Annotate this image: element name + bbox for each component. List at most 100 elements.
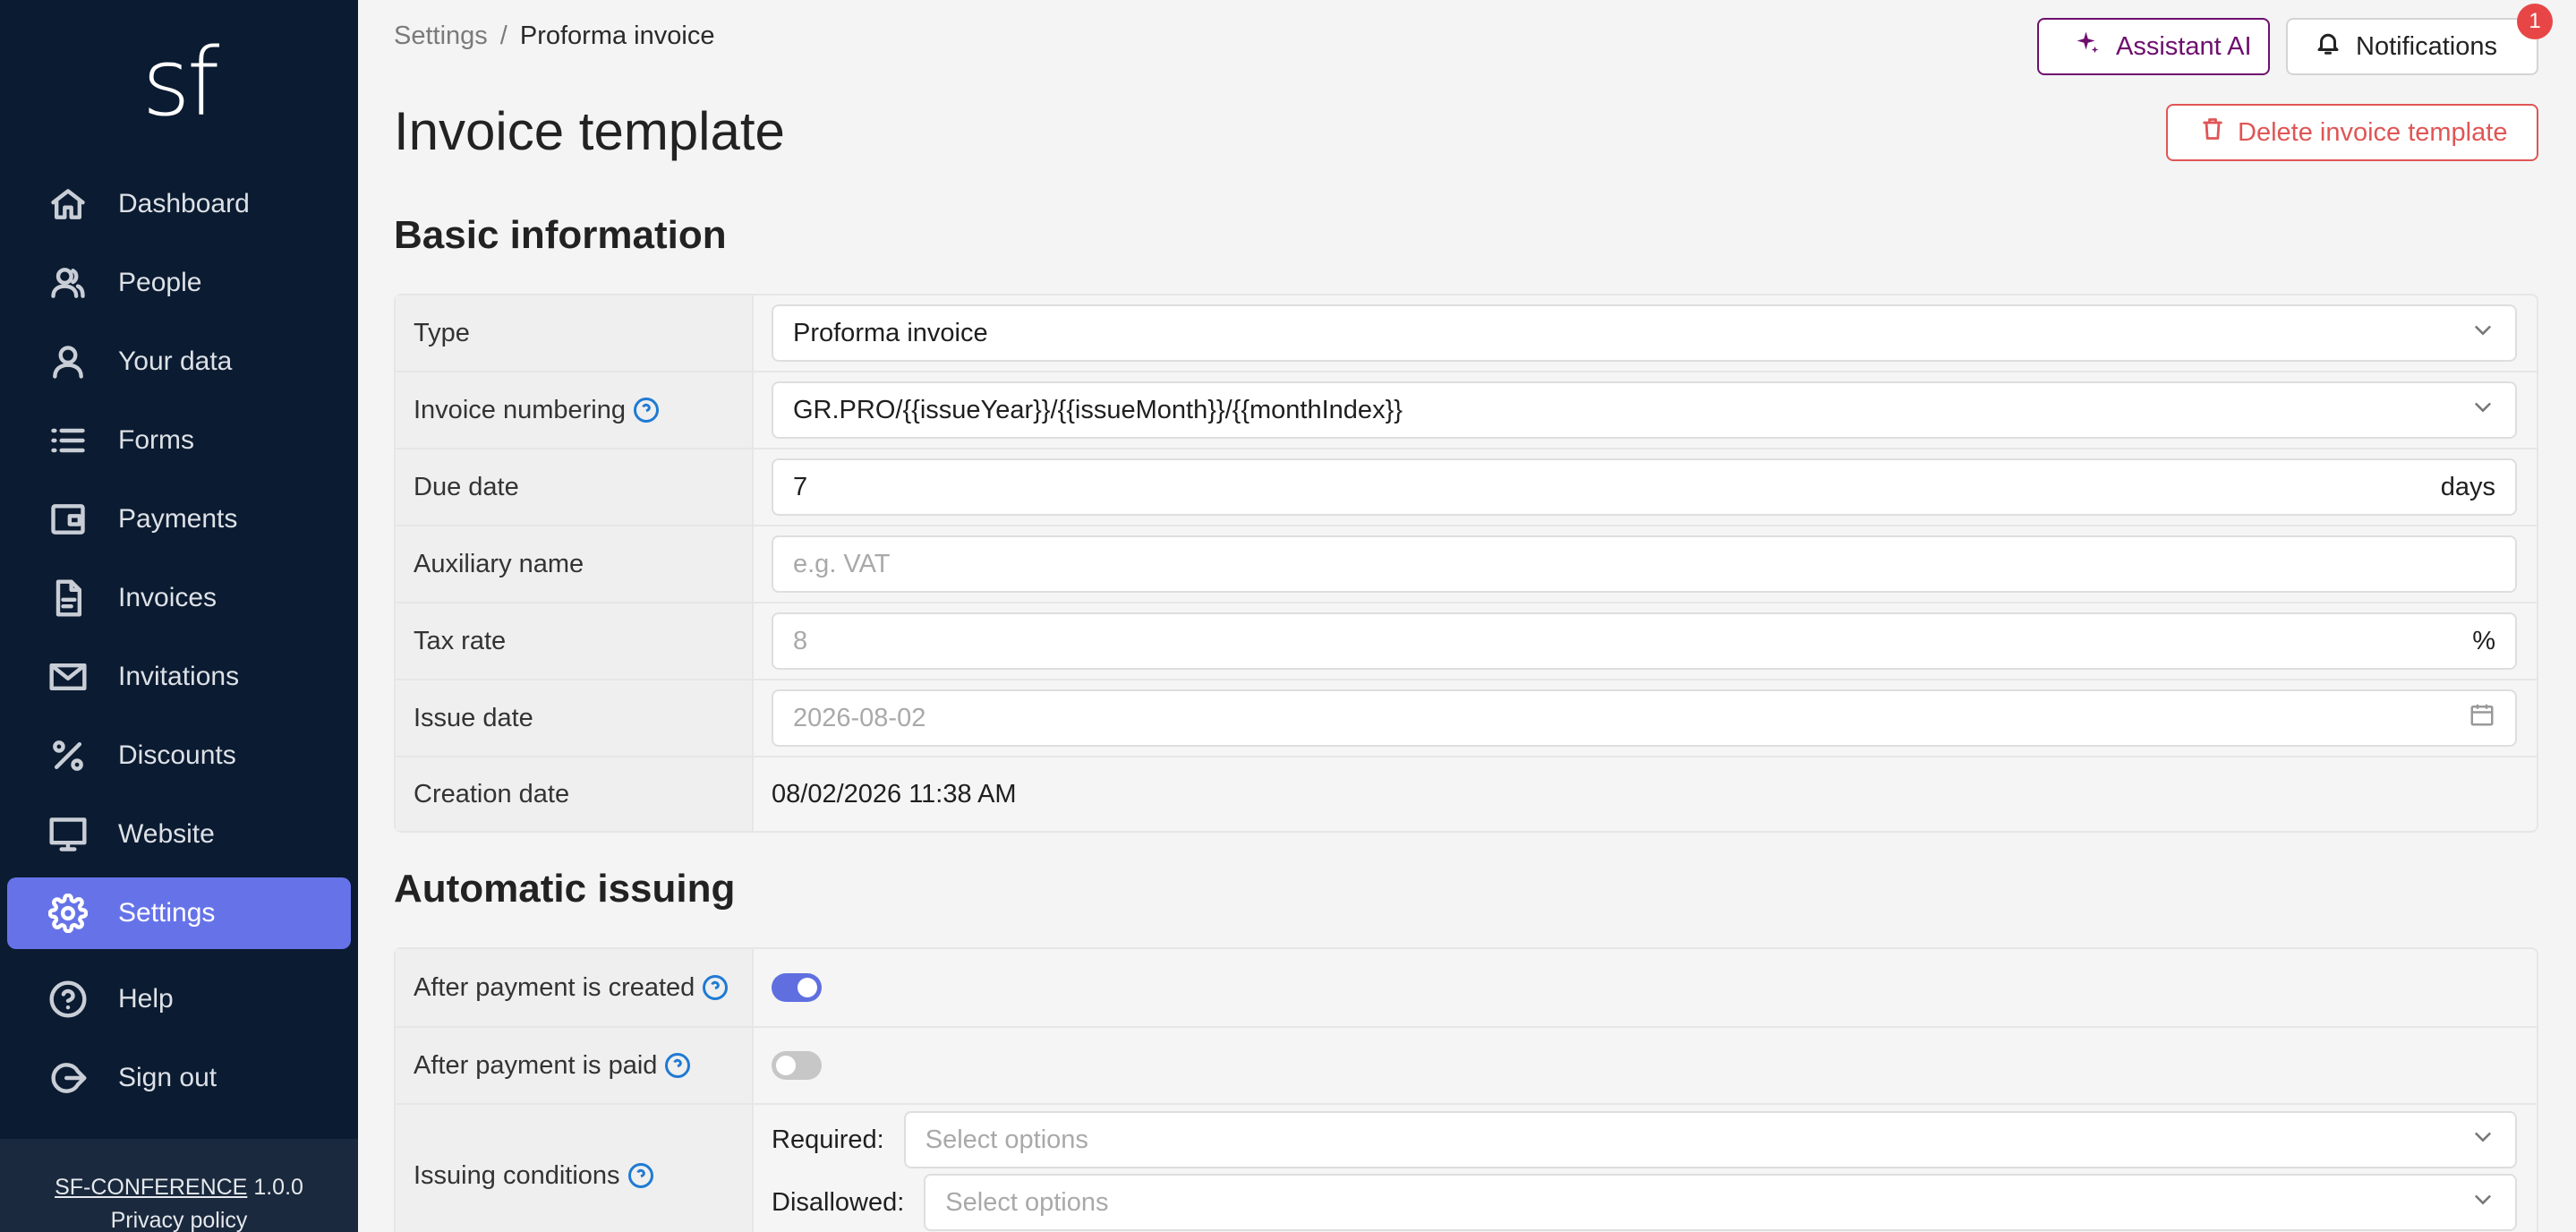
sidebar-item-label: Forms: [118, 425, 194, 455]
sidebar-item-payments[interactable]: Payments: [7, 483, 351, 555]
row-issue-date: Issue date 2026-08-02: [396, 679, 2537, 756]
due-date-label-text: Due date: [414, 472, 519, 501]
creation-date-cell: 08/02/2026 11:38 AM: [754, 757, 2537, 831]
assistant-ai-label: Assistant AI: [2116, 31, 2252, 61]
document-icon: [48, 578, 88, 618]
sidebar-item-settings[interactable]: Settings: [7, 877, 351, 949]
after-created-label-text: After payment is created: [414, 972, 695, 1002]
notifications-count-badge: 1: [2517, 4, 2553, 39]
disallowed-select[interactable]: Select options: [924, 1174, 2517, 1231]
disallowed-label: Disallowed:: [772, 1187, 905, 1217]
sidebar-item-your-data[interactable]: Your data: [7, 326, 351, 398]
issue-date-label-text: Issue date: [414, 703, 533, 732]
tax-rate-cell: 8 %: [754, 603, 2537, 679]
bell-icon: [2315, 30, 2341, 64]
auxiliary-name-input[interactable]: e.g. VAT: [772, 535, 2517, 593]
assistant-ai-button[interactable]: Assistant AI: [2037, 18, 2270, 75]
app-name-link[interactable]: SF-CONFERENCE: [55, 1175, 247, 1200]
delete-invoice-template-button[interactable]: Delete invoice template: [2166, 104, 2538, 161]
help-icon[interactable]: [702, 974, 729, 1001]
numbering-select[interactable]: GR.PRO/{{issueYear}}/{{issueMonth}}/{{mo…: [772, 381, 2517, 439]
type-value: Proforma invoice: [793, 318, 988, 347]
type-cell: Proforma invoice: [754, 295, 2537, 371]
help-icon[interactable]: [627, 1162, 654, 1189]
tax-rate-label: Tax rate: [396, 603, 754, 679]
privacy-policy-link[interactable]: Privacy policy: [0, 1208, 358, 1232]
after-paid-toggle[interactable]: [772, 1051, 822, 1080]
after-created-toggle[interactable]: [772, 973, 822, 1002]
due-date-suffix: days: [2440, 472, 2495, 501]
row-after-paid: After payment is paid: [396, 1026, 2537, 1103]
row-numbering: Invoice numbering GR.PRO/{{issueYear}}/{…: [396, 371, 2537, 448]
required-placeholder: Select options: [925, 1125, 1088, 1154]
sidebar-item-label: Settings: [118, 898, 216, 928]
required-line: Required: Select options: [772, 1108, 2517, 1171]
help-icon[interactable]: [664, 1052, 691, 1079]
section-title-basic: Basic information: [394, 213, 727, 257]
sidebar-item-label: Your data: [118, 346, 233, 376]
row-auxiliary-name: Auxiliary name e.g. VAT: [396, 525, 2537, 602]
wallet-icon: [48, 500, 88, 539]
auxiliary-name-placeholder: e.g. VAT: [793, 549, 891, 578]
sidebar-item-discounts[interactable]: Discounts: [7, 720, 351, 791]
issue-date-placeholder: 2026-08-02: [793, 703, 926, 732]
sidebar-item-forms[interactable]: Forms: [7, 405, 351, 476]
issuing-conditions-label-text: Issuing conditions: [414, 1160, 620, 1190]
sidebar-footer: SF-CONFERENCE 1.0.0 Privacy policy: [0, 1139, 358, 1232]
sparkle-icon: [2075, 30, 2102, 64]
user-icon: [48, 342, 88, 381]
sidebar-item-label: Invoices: [118, 583, 218, 612]
row-creation-date: Creation date 08/02/2026 11:38 AM: [396, 756, 2537, 831]
home-icon: [48, 184, 88, 224]
sidebar: sf Dashboard People Your data Forms Paym…: [0, 0, 358, 1232]
required-select[interactable]: Select options: [903, 1111, 2517, 1168]
sidebar-item-dashboard[interactable]: Dashboard: [7, 168, 351, 240]
disallowed-line: Disallowed: Select options: [772, 1171, 2517, 1232]
mail-icon: [48, 657, 88, 697]
gear-icon: [48, 894, 88, 933]
app-logo[interactable]: sf: [0, 36, 358, 129]
chevron-down-icon: [2470, 317, 2495, 349]
trash-icon: [2200, 116, 2225, 149]
sidebar-item-label: Discounts: [118, 740, 236, 770]
sidebar-item-invoices[interactable]: Invoices: [7, 562, 351, 634]
sidebar-item-sign-out[interactable]: Sign out: [7, 1042, 351, 1114]
breadcrumb-settings[interactable]: Settings: [394, 21, 488, 50]
disallowed-placeholder: Select options: [945, 1187, 1109, 1217]
creation-date-value: 08/02/2026 11:38 AM: [772, 779, 1017, 808]
toggle-knob: [776, 1056, 796, 1075]
due-date-cell: 7 days: [754, 449, 2537, 525]
sidebar-item-label: Help: [118, 984, 174, 1014]
after-paid-cell: [754, 1028, 2537, 1103]
notifications-label: Notifications: [2356, 31, 2497, 61]
people-icon: [48, 263, 88, 303]
sidebar-item-help[interactable]: Help: [7, 963, 351, 1035]
sign-out-icon: [48, 1058, 88, 1098]
page-title: Invoice template: [394, 101, 785, 161]
basic-info-table: Type Proforma invoice Invoice numbering …: [394, 294, 2538, 833]
type-label-text: Type: [414, 318, 470, 347]
row-type: Type Proforma invoice: [396, 295, 2537, 371]
issue-date-input[interactable]: 2026-08-02: [772, 689, 2517, 747]
help-icon[interactable]: [633, 397, 660, 424]
row-due-date: Due date 7 days: [396, 448, 2537, 525]
calendar-icon[interactable]: [2469, 701, 2495, 735]
numbering-label: Invoice numbering: [396, 372, 754, 448]
app-version: 1.0.0: [253, 1175, 303, 1200]
chevron-down-icon: [2470, 394, 2495, 426]
sidebar-item-invitations[interactable]: Invitations: [7, 641, 351, 713]
sidebar-item-website[interactable]: Website: [7, 799, 351, 870]
after-paid-label: After payment is paid: [396, 1028, 754, 1103]
section-title-automatic: Automatic issuing: [394, 867, 736, 911]
type-select[interactable]: Proforma invoice: [772, 304, 2517, 362]
tax-rate-input[interactable]: 8 %: [772, 612, 2517, 670]
row-tax-rate: Tax rate 8 %: [396, 602, 2537, 679]
delete-label: Delete invoice template: [2238, 117, 2508, 147]
sidebar-item-people[interactable]: People: [7, 247, 351, 319]
sidebar-item-label: Dashboard: [118, 189, 250, 218]
sidebar-item-label: Website: [118, 819, 215, 849]
due-date-label: Due date: [396, 449, 754, 525]
notifications-button[interactable]: Notifications: [2286, 18, 2538, 75]
due-date-input[interactable]: 7 days: [772, 458, 2517, 516]
tax-rate-placeholder: 8: [793, 626, 808, 655]
